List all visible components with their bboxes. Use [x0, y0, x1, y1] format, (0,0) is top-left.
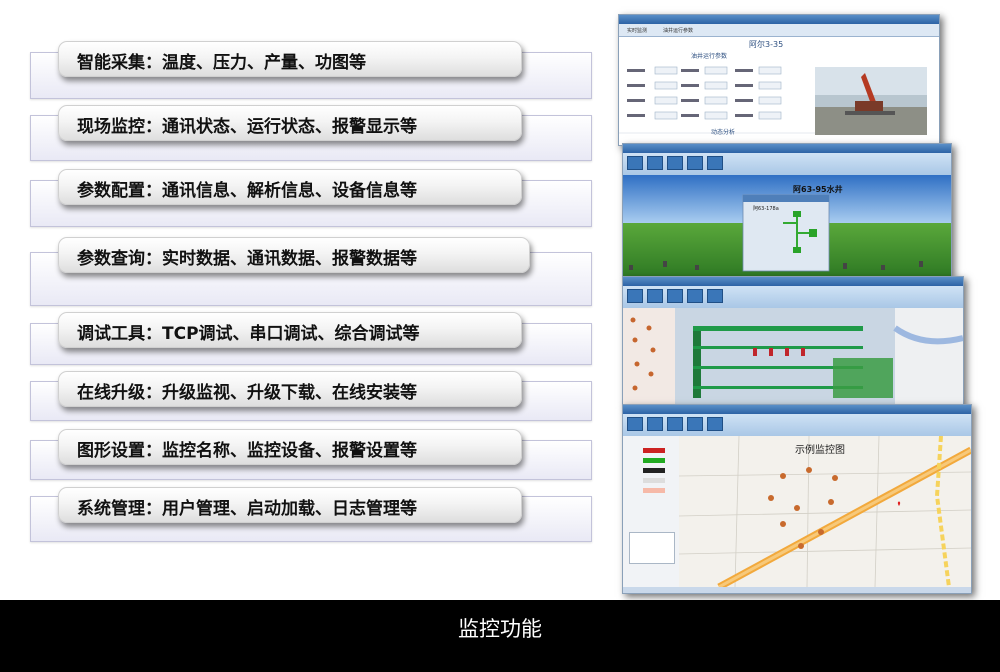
flow-diagram [623, 308, 963, 405]
window-titlebar [623, 277, 963, 286]
toolbar-button-icon[interactable] [707, 289, 723, 303]
screenshot-water-well: 阿63-95水井 阿63-178a [622, 143, 952, 277]
feature-item-debug: 调试工具：TCP调试、串口调试、综合调试等 [58, 312, 522, 348]
toolbar-button-icon[interactable] [707, 417, 723, 431]
feature-label: 智能采集：温度、压力、产量、功图等 [77, 53, 366, 73]
toolbar [623, 286, 963, 308]
toolbar-button-icon[interactable] [707, 156, 723, 170]
toolbar-button-icon[interactable] [647, 417, 663, 431]
status-bar [623, 587, 971, 593]
map-title: 示例监控图 [795, 445, 845, 456]
feature-item-system: 系统管理：用户管理、启动加载、日志管理等 [58, 487, 522, 523]
toolbar [623, 414, 971, 436]
map-view [679, 436, 971, 587]
feature-item-upgrade: 在线升级：升级监视、升级下载、在线安装等 [58, 371, 522, 407]
screenshot-map-monitor: 示例监控图 [622, 404, 972, 594]
params-grid [619, 66, 927, 135]
toolbar-button-icon[interactable] [667, 289, 683, 303]
toolbar-button-icon[interactable] [647, 289, 663, 303]
toolbar-button-icon[interactable] [627, 417, 643, 431]
feature-label: 在线升级：升级监视、升级下载、在线安装等 [77, 383, 417, 403]
toolbar [623, 153, 951, 175]
feature-label: 调试工具：TCP调试、串口调试、综合调试等 [77, 324, 420, 344]
toolbar-button-icon[interactable] [627, 289, 643, 303]
window-titlebar [623, 405, 971, 414]
caption-title: 监控功能 [458, 617, 542, 641]
feature-item-monitoring: 现场监控：通讯状态、运行状态、报警显示等 [58, 105, 522, 141]
settings-panel [623, 436, 680, 587]
settings-textarea[interactable] [629, 532, 675, 564]
toolbar-button-icon[interactable] [627, 156, 643, 170]
color-swatch-red[interactable] [643, 448, 665, 453]
toolbar-button-icon[interactable] [667, 156, 683, 170]
feature-label: 现场监控：通讯状态、运行状态、报警显示等 [77, 117, 417, 137]
color-swatch-pink[interactable] [643, 488, 665, 493]
toolbar-button-icon[interactable] [687, 417, 703, 431]
feature-item-config: 参数配置：通讯信息、解析信息、设备信息等 [58, 169, 522, 205]
color-swatch-green[interactable] [643, 458, 665, 463]
feature-item-graphics: 图形设置：监控名称、监控设备、报警设置等 [58, 429, 522, 465]
feature-label: 参数查询：实时数据、通讯数据、报警数据等 [77, 249, 417, 269]
screenshot-well-params: 实时监测 油井运行参数 阿尔3-35 油井运行参数 动态分析 [618, 14, 940, 146]
color-swatch-gray[interactable] [643, 478, 665, 483]
window-titlebar [623, 144, 951, 153]
color-swatch-black[interactable] [643, 468, 665, 473]
feature-label: 图形设置：监控名称、监控设备、报警设置等 [77, 441, 417, 461]
caption-bar: 监控功能 [0, 600, 1000, 672]
toolbar-button-icon[interactable] [647, 156, 663, 170]
well-popup-title: 阿63-178a [753, 206, 779, 212]
feature-label: 参数配置：通讯信息、解析信息、设备信息等 [77, 181, 417, 201]
screenshot-process-flow [622, 276, 964, 406]
analysis-section: 动态分析 [711, 129, 736, 136]
toolbar-button-icon[interactable] [667, 417, 683, 431]
toolbar-button-icon[interactable] [687, 156, 703, 170]
feature-item-collection: 智能采集：温度、压力、产量、功图等 [58, 41, 522, 77]
field-scene [623, 175, 951, 276]
toolbar-button-icon[interactable] [687, 289, 703, 303]
feature-label: 系统管理：用户管理、启动加载、日志管理等 [77, 499, 417, 519]
feature-slide: 智能采集：温度、压力、产量、功图等 现场监控：通讯状态、运行状态、报警显示等 参… [0, 0, 1000, 600]
feature-item-query: 参数查询：实时数据、通讯数据、报警数据等 [58, 237, 530, 273]
water-well-title: 阿63-95水井 [793, 185, 843, 194]
